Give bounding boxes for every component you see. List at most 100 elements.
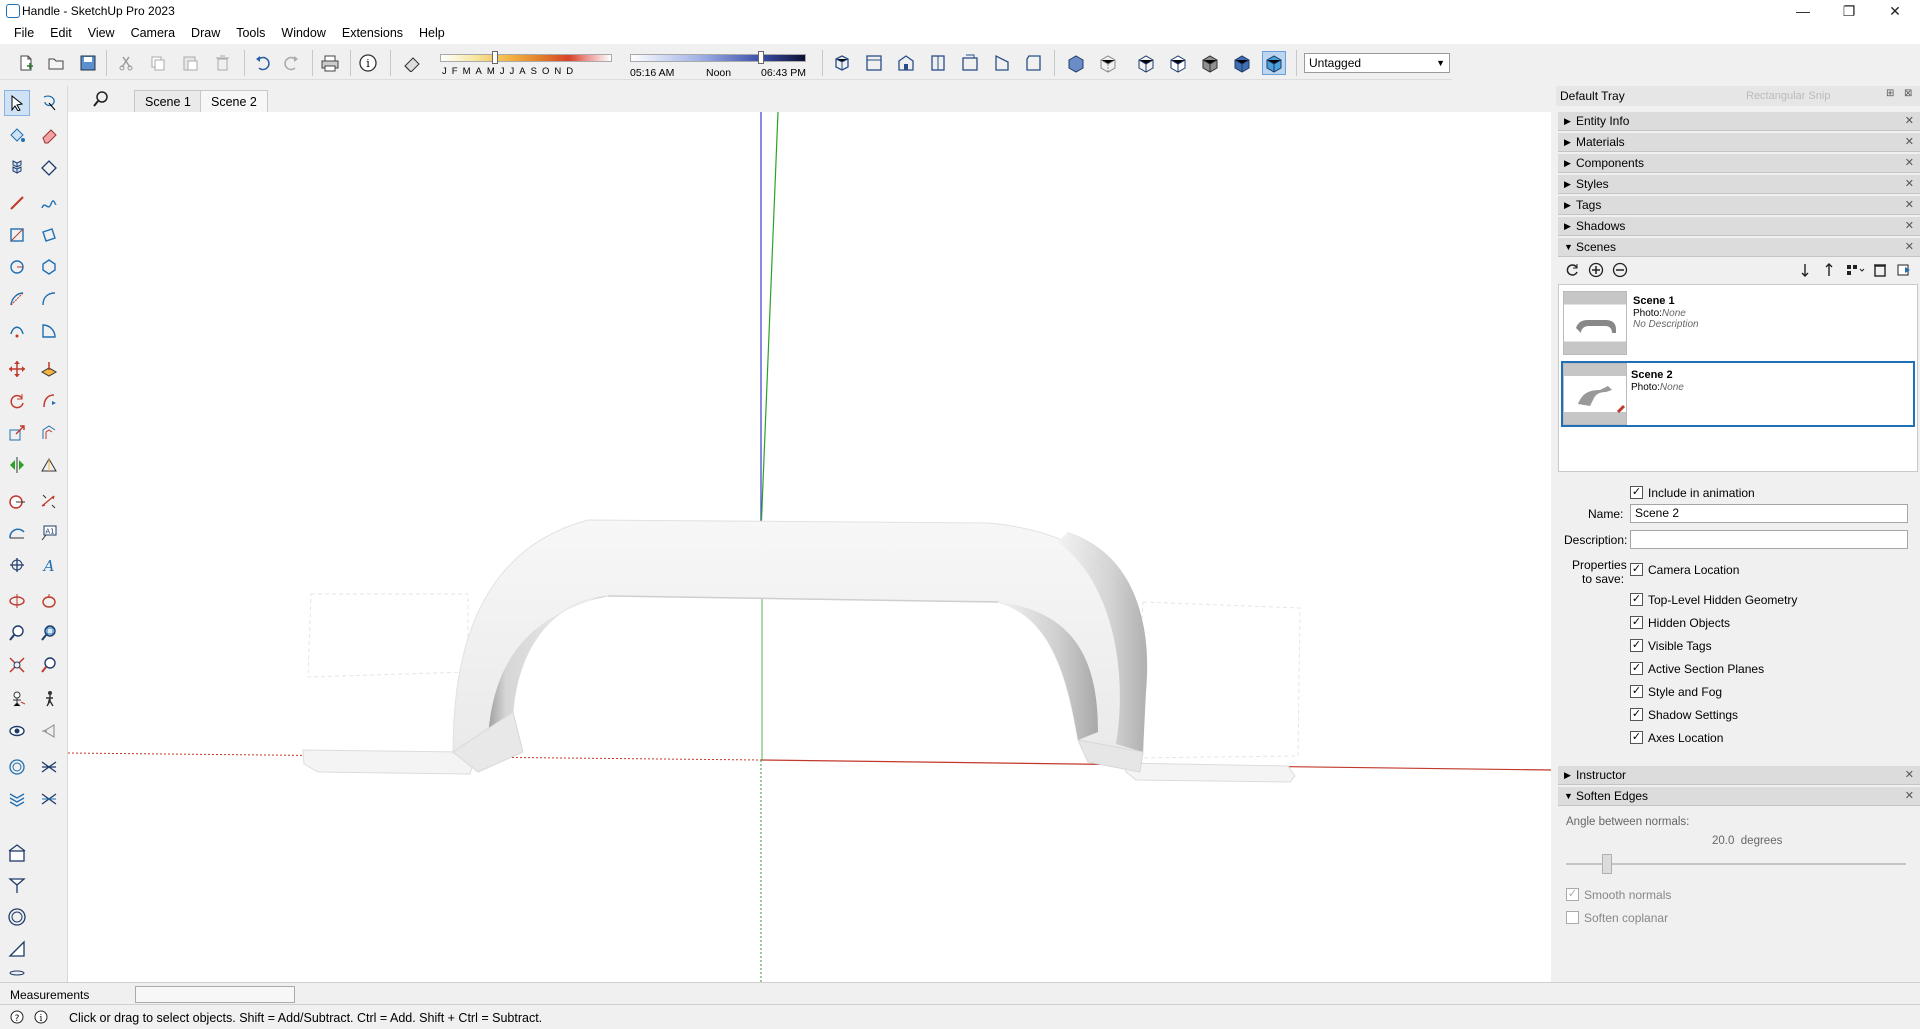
menu-file[interactable]: File	[6, 22, 42, 44]
rectangle-tool-icon[interactable]	[4, 222, 30, 248]
polygon-tool-icon[interactable]	[36, 254, 62, 280]
move-tool-icon[interactable]	[4, 356, 30, 382]
move-scene-down-icon[interactable]	[1798, 262, 1812, 281]
tab-scene-1[interactable]: Scene 1	[134, 90, 202, 112]
pan-tool-icon[interactable]	[36, 588, 62, 614]
panel-scenes[interactable]: ▼ Scenes ✕	[1558, 238, 1920, 257]
trimble-connect-icon[interactable]	[4, 904, 30, 930]
soften-coplanar-checkbox[interactable]	[1566, 911, 1579, 924]
position-camera-alt-icon[interactable]	[36, 718, 62, 744]
panel-components[interactable]: ▶ Components ✕	[1558, 154, 1920, 173]
dimension-tool-icon[interactable]	[36, 488, 62, 514]
panel-entity-info[interactable]: ▶ Entity Info ✕	[1558, 112, 1920, 131]
scene-list-item-selected[interactable]: Scene 2 Photo:None	[1561, 361, 1915, 427]
section-planes-checkbox[interactable]: ✓	[1630, 662, 1643, 675]
rotate-tool-icon[interactable]	[4, 388, 30, 414]
menu-tools[interactable]: Tools	[228, 22, 273, 44]
sandbox-scratch-icon[interactable]	[36, 754, 62, 780]
menu-help[interactable]: Help	[411, 22, 453, 44]
sandbox-contours-icon[interactable]	[4, 754, 30, 780]
panel-shadows[interactable]: ▶ Shadows ✕	[1558, 217, 1920, 236]
wireframe-style-icon[interactable]	[1134, 51, 1158, 75]
scale-tool-icon[interactable]	[4, 420, 30, 446]
zoom-extents-icon[interactable]	[4, 652, 30, 678]
tag-eraser-icon[interactable]	[36, 154, 62, 180]
previous-view-icon[interactable]	[36, 652, 62, 678]
bottom-view-icon[interactable]	[1022, 51, 1046, 75]
scene-description-field[interactable]	[1630, 530, 1908, 549]
zoom-tool-icon[interactable]	[4, 620, 30, 646]
add-scene-icon[interactable]	[1588, 262, 1604, 281]
open-folder-icon[interactable]	[44, 51, 68, 75]
model-viewport[interactable]	[68, 112, 1551, 982]
eraser-icon[interactable]	[36, 122, 62, 148]
scene-name-field[interactable]: Scene 2	[1630, 504, 1908, 523]
menu-draw[interactable]: Draw	[183, 22, 228, 44]
copy-icon[interactable]	[146, 51, 170, 75]
axes-tool-icon[interactable]	[4, 552, 30, 578]
arc-tool-icon[interactable]	[4, 286, 30, 312]
orbit-tool-icon[interactable]	[4, 588, 30, 614]
pin-icon[interactable]: ⊞	[1886, 88, 1894, 99]
line-tool-icon[interactable]	[4, 190, 30, 216]
position-camera-icon[interactable]	[4, 686, 30, 712]
smoove-icon[interactable]	[4, 786, 30, 812]
minimize-button[interactable]: —	[1780, 0, 1826, 22]
lasso-select-icon[interactable]	[36, 90, 62, 116]
panel-materials[interactable]: ▶ Materials ✕	[1558, 133, 1920, 152]
save-icon[interactable]	[76, 51, 100, 75]
visible-tags-checkbox[interactable]: ✓	[1630, 639, 1643, 652]
include-animation-checkbox[interactable]: ✓	[1630, 486, 1643, 499]
zoom-window-icon[interactable]	[36, 620, 62, 646]
menu-window[interactable]: Window	[273, 22, 333, 44]
flip-tool-icon[interactable]	[4, 452, 30, 478]
instructor-info-icon[interactable]: i	[34, 1010, 48, 1027]
panel-soften-edges[interactable]: ▼ Soften Edges ✕	[1558, 787, 1920, 806]
time-slider-thumb[interactable]	[758, 51, 764, 64]
shadow-time-slider[interactable]: 05:16 AM Noon 06:43 PM	[630, 51, 806, 81]
walk-tool-icon[interactable]	[36, 686, 62, 712]
shadow-date-slider[interactable]: JFM AMJ JAS OND	[440, 51, 612, 81]
print-icon[interactable]	[318, 51, 342, 75]
back-view-icon[interactable]	[958, 51, 982, 75]
style-fog-checkbox[interactable]: ✓	[1630, 685, 1643, 698]
axes-location-checkbox[interactable]: ✓	[1630, 731, 1643, 744]
push-pull-icon[interactable]	[36, 356, 62, 382]
paste-icon[interactable]	[178, 51, 202, 75]
menu-view[interactable]: View	[80, 22, 123, 44]
pie-tool-icon[interactable]	[36, 318, 62, 344]
shadow-toggle-icon[interactable]	[400, 51, 424, 75]
stamp-icon[interactable]	[36, 786, 62, 812]
erase-delete-icon[interactable]	[210, 51, 234, 75]
move-scene-up-icon[interactable]	[1822, 262, 1836, 281]
search-icon[interactable]	[92, 90, 110, 108]
view-options-icon[interactable]	[1846, 262, 1866, 281]
angle-slider-track[interactable]	[1566, 863, 1906, 865]
menu-camera[interactable]: Camera	[123, 22, 183, 44]
protractor-icon[interactable]	[4, 520, 30, 546]
hide-scene-thumbnails-icon[interactable]	[1872, 262, 1888, 281]
cut-icon[interactable]	[114, 51, 138, 75]
close-window-button[interactable]: ✕	[1872, 0, 1918, 22]
date-slider-thumb[interactable]	[492, 51, 498, 64]
xray-style-icon[interactable]	[1064, 51, 1088, 75]
hidden-objects-checkbox[interactable]: ✓	[1630, 616, 1643, 629]
restore-button[interactable]: ❐	[1826, 0, 1872, 22]
rotated-rectangle-icon[interactable]	[36, 222, 62, 248]
panel-instructor[interactable]: ▶ Instructor ✕	[1558, 766, 1920, 785]
3d-text-icon[interactable]: A	[36, 552, 62, 578]
make-component-icon[interactable]	[4, 154, 30, 180]
measurements-input[interactable]	[135, 986, 295, 1003]
update-scene-icon[interactable]	[1564, 262, 1580, 281]
offset-tool-icon[interactable]	[36, 420, 62, 446]
new-file-icon[interactable]	[14, 51, 38, 75]
tab-scene-2[interactable]: Scene 2	[200, 90, 268, 112]
menu-extensions[interactable]: Extensions	[334, 22, 411, 44]
smooth-normals-checkbox[interactable]: ✓	[1566, 888, 1579, 901]
two-point-arc-icon[interactable]	[36, 286, 62, 312]
warehouse-icon[interactable]	[4, 840, 30, 866]
hidden-geometry-checkbox[interactable]: ✓	[1630, 593, 1643, 606]
follow-me-icon[interactable]	[36, 388, 62, 414]
tape-measure-icon[interactable]	[4, 488, 30, 514]
top-view-icon[interactable]	[862, 51, 886, 75]
